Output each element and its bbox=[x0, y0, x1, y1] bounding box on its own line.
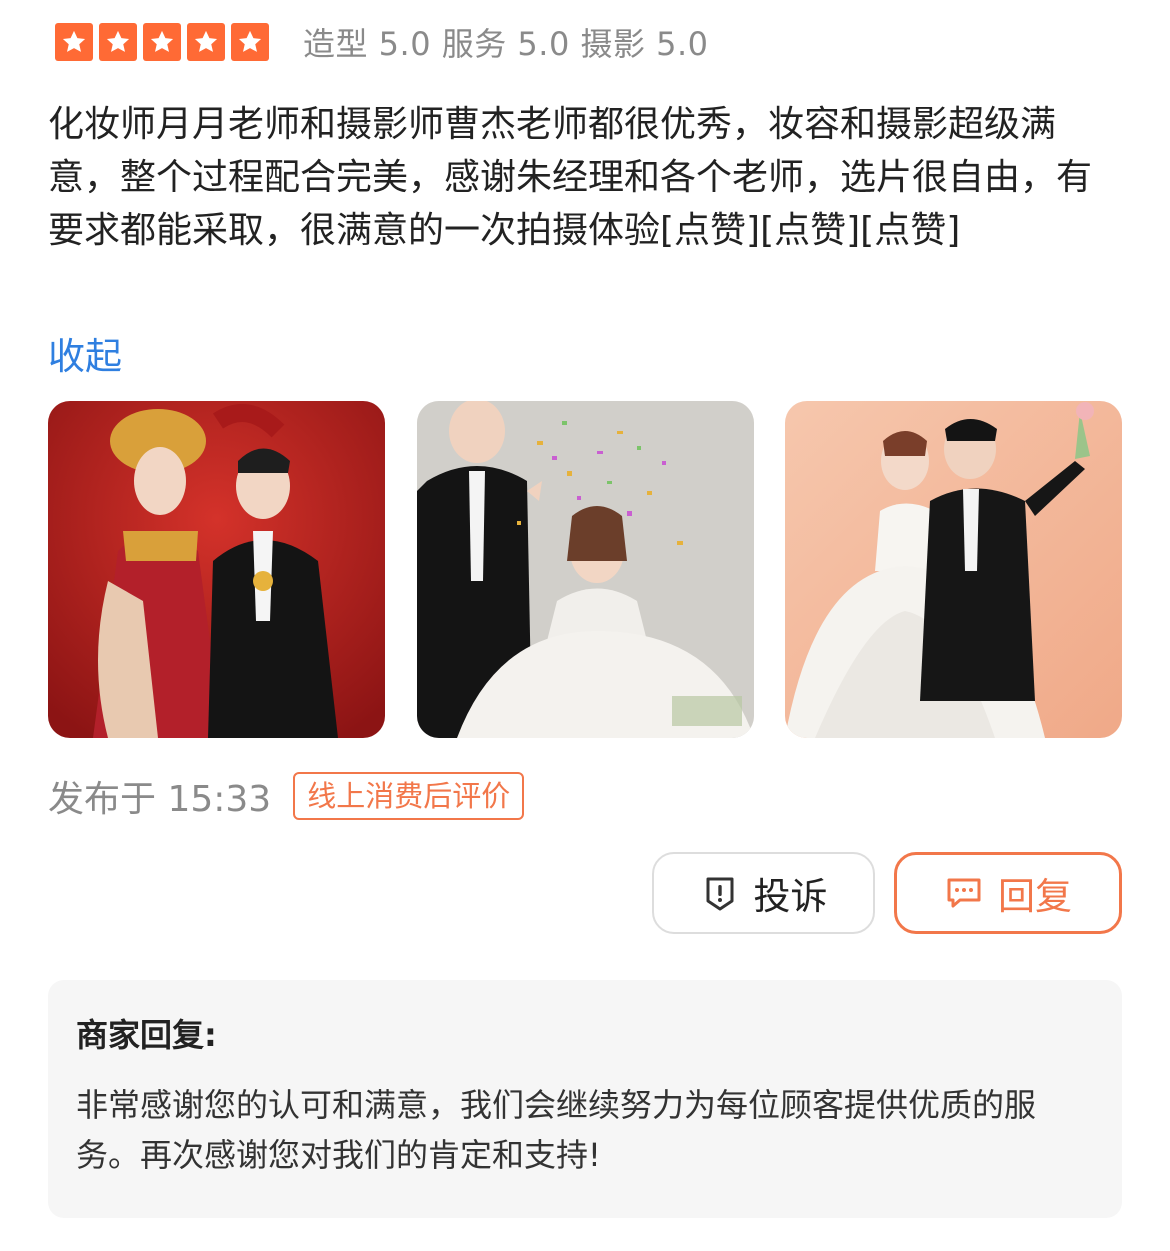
review-photo-2[interactable] bbox=[417, 401, 754, 738]
post-time: 发布于 15:33 bbox=[48, 779, 272, 820]
star-icon bbox=[187, 23, 225, 61]
star-icon bbox=[231, 23, 269, 61]
collapse-link[interactable]: 收起 bbox=[48, 326, 122, 380]
reply-button[interactable]: 回复 bbox=[894, 852, 1122, 934]
review-source-badge: 线上消费后评价 bbox=[293, 772, 525, 820]
chat-bubble-icon bbox=[947, 878, 981, 908]
wedding-photo-peach-backdrop-icon bbox=[785, 401, 1122, 738]
star-rating bbox=[55, 23, 269, 61]
sub-scores: 造型 5.0 服务 5.0 摄影 5.0 bbox=[303, 25, 709, 63]
merchant-reply-text: 非常感谢您的认可和满意，我们会继续努力为每位顾客提供优质的服务。再次感谢您对我们… bbox=[76, 1086, 1037, 1174]
merchant-reply: 商家回复: 非常感谢您的认可和满意，我们会继续努力为每位顾客提供优质的服务。再次… bbox=[48, 980, 1122, 1218]
reply-label: 回复 bbox=[998, 875, 1072, 918]
complain-label: 投诉 bbox=[753, 875, 828, 918]
review-photo-1[interactable] bbox=[48, 401, 385, 738]
rating-row: 造型 5.0 服务 5.0 摄影 5.0 bbox=[55, 22, 709, 63]
review-photo-3[interactable] bbox=[785, 401, 1122, 738]
star-icon bbox=[55, 23, 93, 61]
review-text: 化妆师月月老师和摄影师曹杰老师都很优秀，妆容和摄影超级满意，整个过程配合完美，感… bbox=[48, 104, 1093, 251]
post-info: 发布于 15:33 线上消费后评价 bbox=[48, 772, 525, 820]
wedding-photo-red-chinese-attire-icon bbox=[48, 401, 385, 738]
wedding-photo-confetti-gray-icon bbox=[417, 401, 754, 738]
star-icon bbox=[99, 23, 137, 61]
merchant-reply-title: 商家回复: bbox=[76, 1016, 217, 1054]
star-icon bbox=[143, 23, 181, 61]
shield-alert-icon bbox=[706, 877, 733, 911]
complain-button[interactable]: 投诉 bbox=[652, 852, 875, 934]
